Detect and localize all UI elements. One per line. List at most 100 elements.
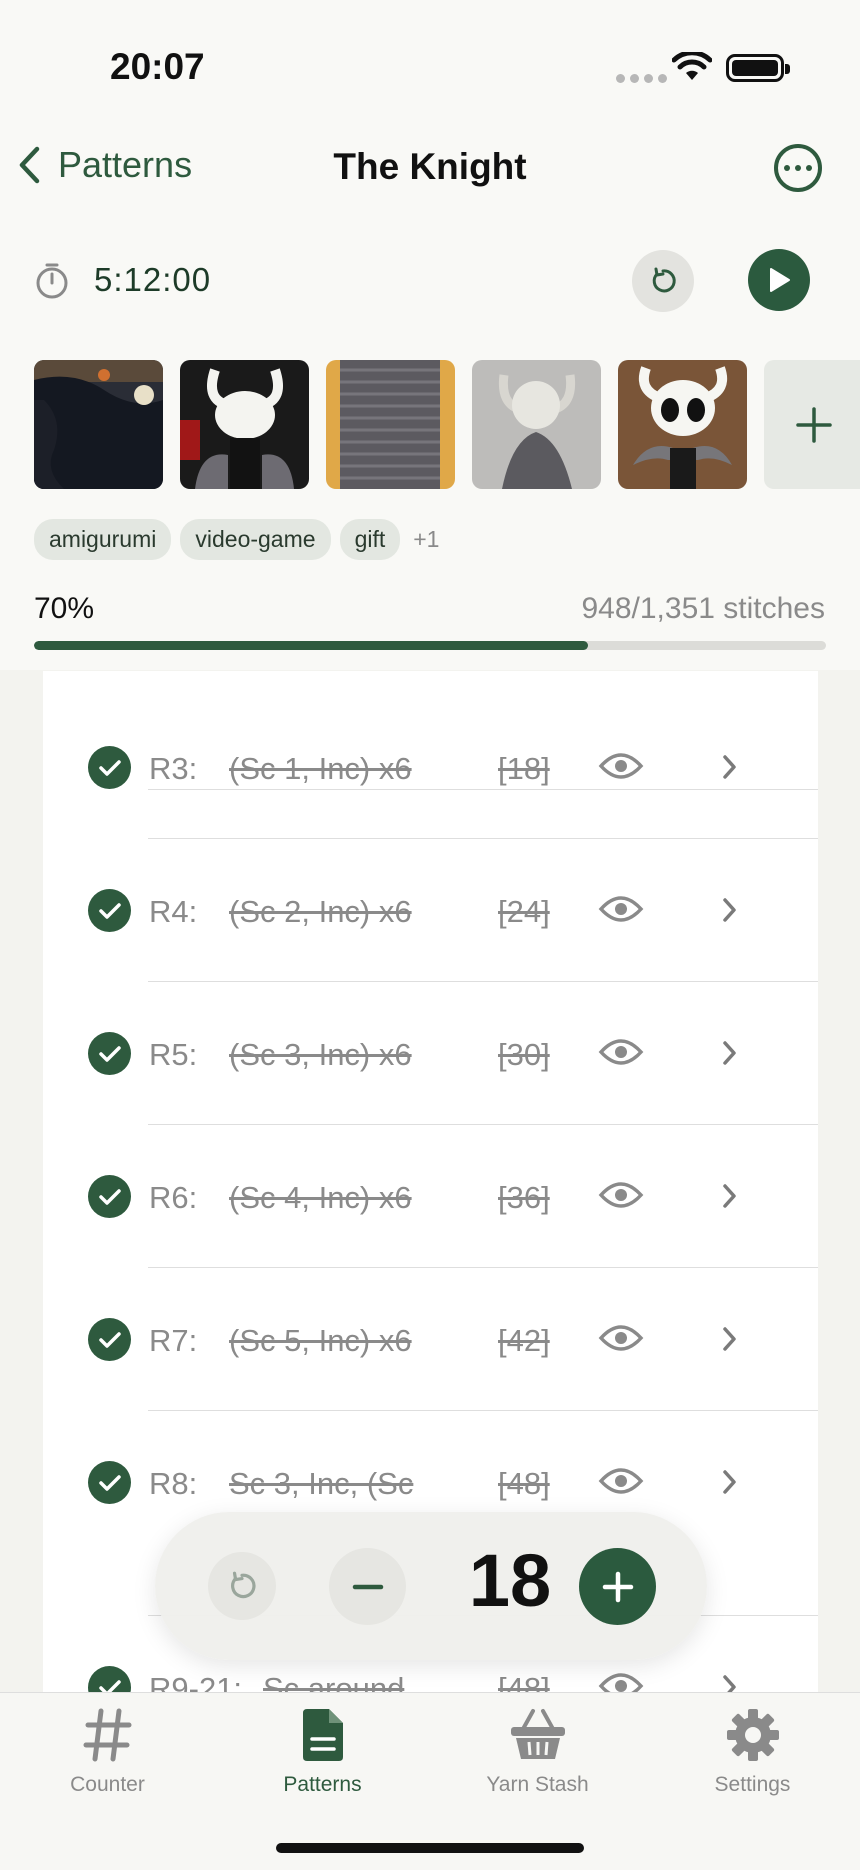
header-area [0,0,860,670]
row-instruction: (Sc 2, Inc) x6 [229,894,412,929]
row-label: R9-21: [149,1671,243,1693]
gear-icon [726,1709,779,1761]
plus-icon [796,406,832,443]
checkmark-icon [98,1474,121,1491]
row-stitch-count: [48] [498,1466,550,1501]
tag-chip[interactable]: amigurumi [34,519,172,560]
photo-knight-finished [618,360,747,489]
row-label: R8: [149,1466,198,1501]
home-indicator [276,1843,584,1853]
progress-bar-fill [34,641,589,650]
more-tags-count[interactable]: +1 [413,526,439,553]
row-complete-check[interactable] [88,746,131,789]
chevron-right-icon[interactable] [721,1467,739,1497]
row-stitch-count: [36] [498,1180,550,1215]
photo-thumbnail[interactable] [34,360,163,489]
photo-thumbnail[interactable] [472,360,601,489]
photo-thumbnail[interactable] [326,360,455,489]
checkmark-icon [98,1679,121,1693]
eye-icon[interactable] [598,1465,644,1497]
checkmark-icon [98,759,121,776]
play-icon [770,268,790,292]
signal-icon [616,74,667,83]
photo-thumbnail[interactable] [180,360,309,489]
tag-chip[interactable]: gift [339,519,401,560]
battery-icon [726,54,790,82]
minus-icon [352,1584,383,1589]
progress-bar [34,641,826,650]
row-complete-check[interactable] [88,1175,131,1218]
row-complete-check[interactable] [88,889,131,932]
document-icon [302,1709,343,1761]
tag-list: amigurumi video-game gift +1 [34,519,439,560]
row-label: R6: [149,1180,198,1215]
row-stitch-count: [18] [498,751,550,786]
tag-chip[interactable]: video-game [180,519,331,560]
row-complete-check[interactable] [88,1461,131,1504]
increment-button[interactable] [579,1548,656,1625]
photo-strip [34,360,860,489]
tab-label: Settings [714,1773,791,1796]
checkmark-icon [98,902,121,919]
row-instruction: (Sc 1, Inc) x6 [229,751,412,786]
status-time: 20:07 [110,46,205,87]
row-complete-check[interactable] [88,1666,131,1693]
row-instruction: Sc 3, Inc, (Sc [229,1466,414,1501]
counter-value: 18 [468,1539,552,1622]
page-title: The Knight [333,146,527,187]
photo-dark-knitted-piece [34,360,163,489]
photo-head-and-cloak [472,360,601,489]
chevron-right-icon[interactable] [721,1672,739,1693]
photo-gray-knitted-strip [326,360,455,489]
tab-label: Yarn Stash [486,1773,589,1796]
tab-settings[interactable]: Settings [645,1707,860,1797]
photo-knight-head-dark-bg [180,360,309,489]
chevron-right-icon[interactable] [721,1181,739,1211]
timer-value: 5:12:00 [94,261,212,298]
timer-reset-button[interactable] [632,250,694,312]
counter-reset-button[interactable] [208,1552,276,1620]
pattern-row[interactable]: R7: (Sc 5, Inc) x6 [42] [43,1268,818,1411]
pattern-row[interactable]: R4: (Sc 2, Inc) x6 [24] [43,839,818,982]
eye-icon[interactable] [598,750,644,782]
reset-icon [652,267,676,293]
timer-play-button[interactable] [748,249,810,311]
pattern-row[interactable]: R6: (Sc 4, Inc) x6 [36] [43,1125,818,1268]
row-label: R3: [149,751,198,786]
more-options-button[interactable] [774,144,822,192]
chevron-right-icon[interactable] [721,1324,739,1354]
plus-icon [602,1571,633,1602]
decrement-button[interactable] [329,1548,406,1625]
chevron-right-icon[interactable] [721,752,739,782]
row-complete-check[interactable] [88,1318,131,1361]
pattern-row[interactable]: R3: (Sc 1, Inc) x6 [18] [43,696,818,839]
reset-icon [231,1571,256,1599]
row-instruction: (Sc 4, Inc) x6 [229,1180,412,1215]
row-complete-check[interactable] [88,1032,131,1075]
eye-icon[interactable] [598,1179,644,1211]
tab-patterns[interactable]: Patterns [215,1707,430,1797]
progress-percent: 70% [34,592,95,625]
eye-icon[interactable] [598,1670,644,1693]
row-instruction: (Sc 5, Inc) x6 [229,1323,412,1358]
tab-label: Patterns [283,1773,362,1796]
tab-counter[interactable]: Counter [0,1707,215,1797]
pattern-row[interactable]: R5: (Sc 3, Inc) x6 [30] [43,982,818,1125]
eye-icon[interactable] [598,1322,644,1354]
row-stitch-count: [48] [498,1671,550,1693]
stopwatch-icon [36,263,68,299]
eye-icon[interactable] [598,1036,644,1068]
add-photo-button[interactable] [764,360,860,489]
eye-icon[interactable] [598,893,644,925]
chevron-right-icon[interactable] [721,895,739,925]
row-instruction: (Sc 3, Inc) x6 [229,1037,412,1072]
hash-icon [83,1708,131,1762]
tab-label: Counter [70,1773,145,1796]
row-label: R4: [149,894,198,929]
basket-icon [510,1709,565,1759]
tab-yarn-stash[interactable]: Yarn Stash [430,1707,645,1797]
row-stitch-count: [30] [498,1037,550,1072]
row-stitch-count: [42] [498,1323,550,1358]
photo-thumbnail[interactable] [618,360,747,489]
chevron-right-icon[interactable] [721,1038,739,1068]
